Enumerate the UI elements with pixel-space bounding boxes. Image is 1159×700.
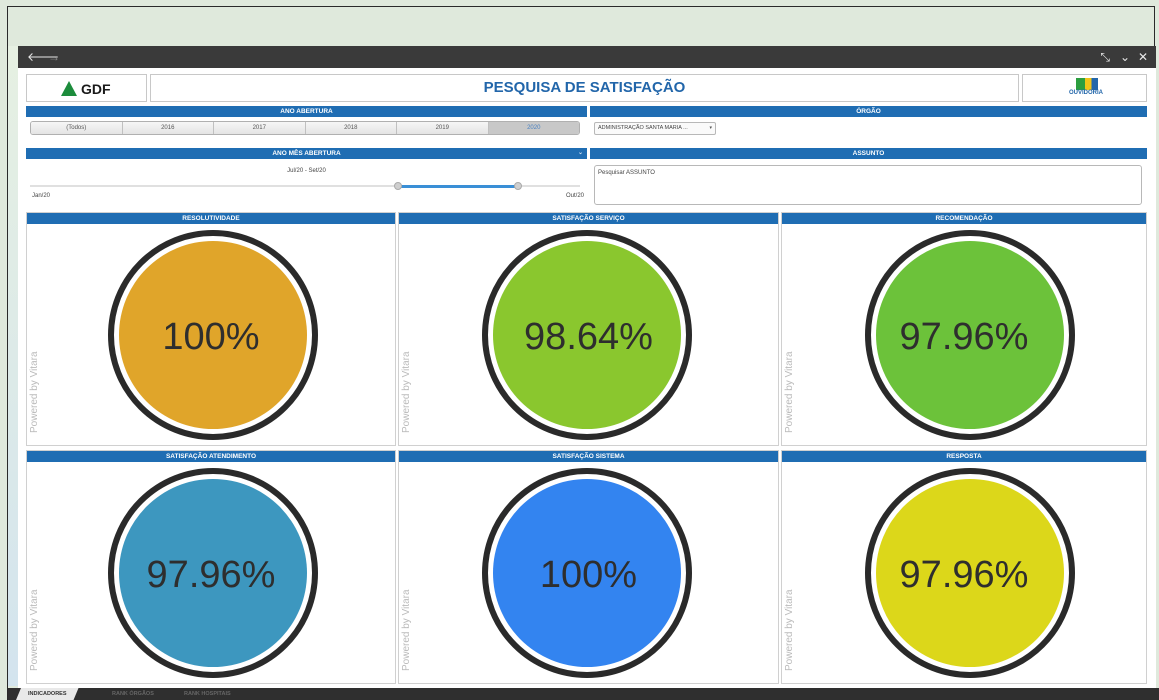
ouvidoria-logo-text: OUVIDORIA — [1069, 90, 1104, 96]
orgao-selected-value: ADMINISTRAÇÃO SANTA MARIA ... — [598, 125, 688, 131]
left-strip — [8, 46, 18, 686]
title-box: PESQUISA DE SATISFAÇÃO — [150, 74, 1019, 102]
dropdown-arrow-icon: ▾ — [709, 125, 712, 131]
app-window: 🡐 → ⤡ ⌄ ✕ GDF PESQUISA DE SATISFAÇÃO OUV… — [18, 46, 1156, 700]
ano-mes-slider-handle-end[interactable] — [514, 182, 522, 190]
ouvidoria-mark-icon — [1076, 78, 1098, 90]
ouvidoria-logo: OUVIDORIA — [1022, 74, 1147, 102]
gdf-arrow-icon — [61, 81, 77, 96]
ano-mes-filter: ANO MÊS ABERTURA ⌄ Jul/20 - Set/20 Jan/2… — [26, 148, 587, 204]
gauge-recomendacao: RECOMENDAÇÃO 97.96% Powered by Vitara — [781, 212, 1147, 446]
gauge-title: RECOMENDAÇÃO — [782, 213, 1146, 224]
powered-by-label: Powered by Vitara — [784, 589, 795, 671]
header-row: GDF PESQUISA DE SATISFAÇÃO OUVIDORIA — [26, 74, 1147, 102]
ano-option-todos[interactable]: (Todos) — [31, 122, 123, 134]
ano-mes-max-label: Out/20 — [565, 193, 584, 199]
ano-option-2017[interactable]: 2017 — [214, 122, 306, 134]
ano-option-2016[interactable]: 2016 — [122, 122, 214, 134]
ano-mes-min-label: Jan/20 — [32, 193, 51, 199]
ano-abertura-header: ANO ABERTURA — [26, 106, 587, 117]
gauge-value: 100% — [539, 554, 638, 596]
gauge-value: 97.96% — [899, 554, 1029, 596]
gauge-title: SATISFAÇÃO SISTEMA — [399, 451, 778, 462]
gauge-title: SATISFAÇÃO ATENDIMENTO — [27, 451, 395, 462]
ano-mes-slider-handle-start[interactable] — [394, 182, 402, 190]
orgao-filter: ÓRGÃO ADMINISTRAÇÃO SANTA MARIA ... ▾ — [590, 106, 1147, 135]
gdf-logo: GDF — [26, 74, 147, 102]
tab-indicadores[interactable]: INDICADORES — [16, 688, 79, 700]
gauge-value: 97.96% — [146, 554, 276, 596]
close-icon[interactable]: ✕ — [1138, 49, 1148, 65]
gauge-title: RESPOSTA — [782, 451, 1146, 462]
orgao-select[interactable]: ADMINISTRAÇÃO SANTA MARIA ... ▾ — [594, 122, 716, 135]
gauge-value: 97.96% — [899, 316, 1029, 358]
powered-by-label: Powered by Vitara — [784, 351, 795, 433]
gauge-satisfacao-atendimento: SATISFAÇÃO ATENDIMENTO 97.96% Powered by… — [26, 450, 396, 684]
ano-option-2020[interactable]: 2020 — [488, 122, 579, 134]
powered-by-label: Powered by Vitara — [401, 589, 412, 671]
tab-rank-hospitais[interactable]: RANK HOSPITAIS — [172, 688, 243, 700]
ano-mes-slider-fill — [398, 185, 518, 188]
ano-option-2018[interactable]: 2018 — [305, 122, 397, 134]
gauge-value: 100% — [162, 316, 260, 358]
gauge-satisfacao-sistema: SATISFAÇÃO SISTEMA 100% Powered by Vitar… — [398, 450, 779, 684]
page-title: PESQUISA DE SATISFAÇÃO — [483, 79, 686, 96]
gauge-title: SATISFAÇÃO SERVIÇO — [399, 213, 778, 224]
title-bar: 🡐 → ⤡ ⌄ ✕ — [18, 46, 1156, 68]
ano-mes-header: ANO MÊS ABERTURA ⌄ — [26, 148, 587, 159]
tab-rank-orgaos[interactable]: RANK ÓRGÃOS — [100, 688, 166, 700]
ano-abertura-filter: ANO ABERTURA (Todos) 2016 2017 2018 2019… — [26, 106, 587, 135]
expand-icon[interactable]: ⌄ — [578, 148, 583, 159]
ano-abertura-buttons: (Todos) 2016 2017 2018 2019 2020 — [30, 121, 580, 135]
arrow-right-icon[interactable]: → — [48, 49, 60, 65]
orgao-header: ÓRGÃO — [590, 106, 1147, 117]
ano-mes-label: ANO MÊS ABERTURA — [272, 150, 341, 157]
gauge-satisfacao-servico: SATISFAÇÃO SERVIÇO 98.64% Powered by Vit… — [398, 212, 779, 446]
chevron-down-icon[interactable]: ⌄ — [1120, 49, 1130, 65]
ano-option-2019[interactable]: 2019 — [397, 122, 489, 134]
gauge-title: RESOLUTIVIDADE — [27, 213, 395, 224]
powered-by-label: Powered by Vitara — [29, 589, 40, 671]
gdf-logo-text: GDF — [81, 81, 111, 97]
assunto-filter: ASSUNTO Pesquisar ASSUNTO — [590, 148, 1147, 205]
powered-by-label: Powered by Vitara — [29, 351, 40, 433]
gauge-value: 98.64% — [524, 316, 653, 358]
gauge-resposta: RESPOSTA 97.96% Powered by Vitara — [781, 450, 1147, 684]
ano-mes-range-label: Jul/20 - Set/20 — [287, 168, 326, 174]
powered-by-label: Powered by Vitara — [401, 351, 412, 433]
assunto-search-input[interactable]: Pesquisar ASSUNTO — [594, 165, 1142, 205]
gauge-resolutividade: RESOLUTIVIDADE 100% Powered by Vitara — [26, 212, 396, 446]
assunto-header: ASSUNTO — [590, 148, 1147, 159]
sheet-tab-bar: INDICADORES RANK ÓRGÃOS RANK HOSPITAIS — [8, 688, 1159, 700]
minimize-icon[interactable]: ⤡ — [1100, 49, 1110, 65]
